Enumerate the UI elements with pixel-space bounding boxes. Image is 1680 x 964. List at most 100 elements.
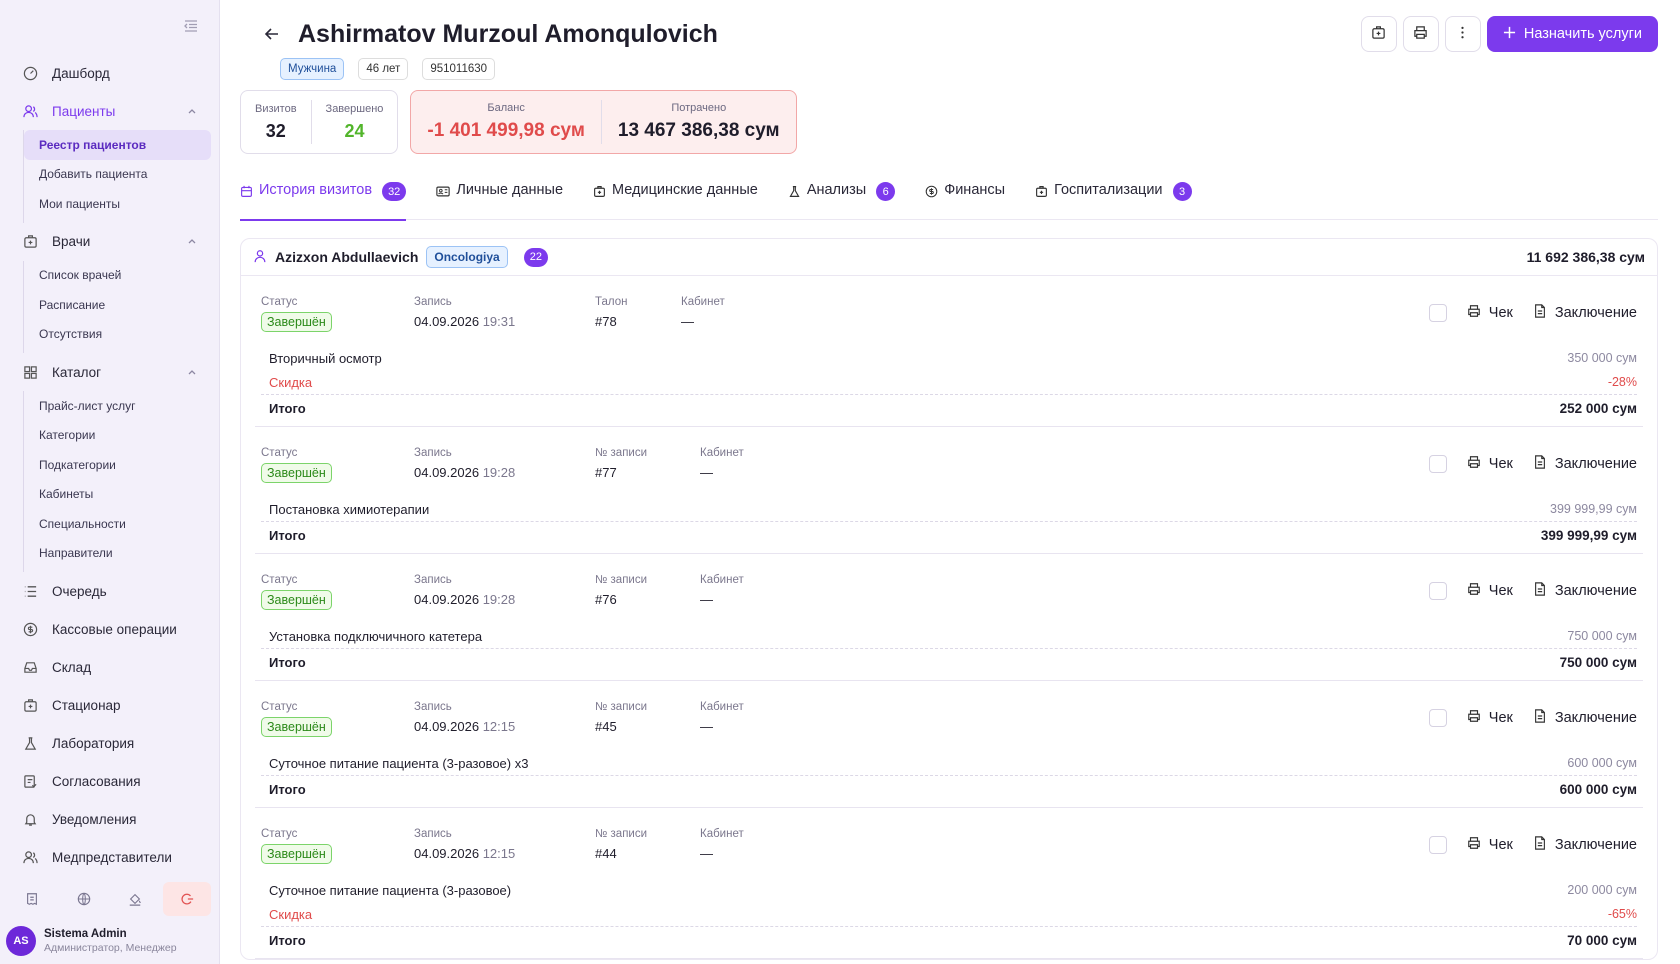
- number-label: № записи: [595, 828, 648, 840]
- tab-label: Финансы: [944, 182, 1006, 198]
- receipt-button[interactable]: Чек: [1467, 836, 1513, 854]
- sidebar-subitem-specialties[interactable]: Специальности: [24, 509, 211, 539]
- sidebar-item-med-reps[interactable]: Медпредставители: [8, 838, 211, 876]
- service-price: 200 000 сум: [1567, 883, 1637, 897]
- service-name: Установка подключичного катетера: [269, 628, 483, 644]
- tab-visit-history[interactable]: История визитов 32: [240, 182, 407, 221]
- status-label: Статус: [261, 701, 298, 713]
- visit-count-badge: 22: [523, 247, 548, 267]
- receipt-label: Чек: [1488, 583, 1513, 599]
- sidebar-subitem-categories[interactable]: Категории: [24, 421, 211, 451]
- total-label: Итого: [269, 528, 306, 543]
- status-badge: Завершён: [261, 590, 332, 610]
- sidebar-item-queue[interactable]: Очередь: [8, 572, 211, 610]
- conclusion-button[interactable]: Заключение: [1533, 582, 1637, 600]
- receipt-button[interactable]: Чек: [1467, 304, 1513, 322]
- cabinet-value: —: [700, 465, 713, 480]
- sidebar-subitem-price-list[interactable]: Прайс-лист услуг: [24, 391, 211, 421]
- assign-services-button[interactable]: Назначить услуги: [1486, 16, 1658, 52]
- sidebar-subitem-my-patients[interactable]: Мои пациенты: [24, 189, 211, 219]
- receipt-icon[interactable]: [8, 882, 56, 916]
- sidebar-subitem-add-patient[interactable]: Добавить пациента: [24, 160, 211, 190]
- tab-finance[interactable]: Финансы: [925, 182, 1005, 220]
- conclusion-button[interactable]: Заключение: [1533, 836, 1637, 854]
- sidebar-item-dashboard[interactable]: Дашборд: [8, 54, 211, 92]
- conclusion-button[interactable]: Заключение: [1533, 304, 1637, 322]
- collapse-sidebar-icon[interactable]: [183, 18, 199, 37]
- record-number: #77: [595, 465, 617, 480]
- discount-value: -28%: [1607, 375, 1637, 389]
- sidebar-item-patients[interactable]: Пациенты: [8, 92, 211, 130]
- catalog-submenu: Прайс-лист услуг Категории Подкатегории …: [23, 391, 211, 572]
- sidebar-item-label: Врачи: [52, 234, 91, 249]
- tab-hospitalizations[interactable]: Госпитализации 3: [1035, 182, 1192, 220]
- sidebar-item-warehouse[interactable]: Склад: [8, 648, 211, 686]
- conclusion-label: Заключение: [1554, 456, 1637, 472]
- more-button[interactable]: [1444, 16, 1481, 52]
- sidebar-item-approvals[interactable]: Согласования: [8, 762, 211, 800]
- record-datetime: 04.09.2026 19:31: [414, 314, 515, 329]
- record-col: Запись 04.09.2026 19:28: [414, 574, 515, 607]
- tab-medical-data[interactable]: Медицинские данные: [593, 182, 758, 220]
- visit-meta: Статус Завершён Запись 04.09.2026 12:15 …: [261, 689, 1637, 751]
- sidebar-item-label: Уведомления: [52, 811, 137, 827]
- receipt-button[interactable]: Чек: [1467, 455, 1513, 473]
- back-arrow-icon[interactable]: [260, 22, 284, 46]
- visits-label: Визитов: [255, 102, 297, 115]
- sidebar-subitem-referrers[interactable]: Направители: [24, 539, 211, 569]
- service-price: 350 000 сум: [1567, 351, 1637, 365]
- print-button[interactable]: [1402, 16, 1439, 52]
- record-col: Запись 04.09.2026 12:15: [414, 828, 515, 861]
- hospitalize-button[interactable]: [1360, 16, 1397, 52]
- cabinet-label: Кабинет: [681, 296, 725, 308]
- tab-count-badge: 6: [876, 182, 896, 201]
- sidebar-subitem-absences[interactable]: Отсутствия: [24, 320, 211, 350]
- visit-checkbox[interactable]: [1428, 836, 1447, 854]
- tab-personal-data[interactable]: Личные данные: [436, 182, 563, 220]
- sidebar-subitem-cabinets[interactable]: Кабинеты: [24, 480, 211, 510]
- conclusion-button[interactable]: Заключение: [1533, 455, 1637, 473]
- paint-bucket-icon[interactable]: [112, 882, 160, 916]
- specialty-badge: Oncologiya: [426, 246, 508, 268]
- tab-count-badge: 3: [1172, 182, 1192, 201]
- hospital-icon: [1035, 182, 1048, 202]
- doctor-card-header[interactable]: Azizxon Abdullaevich Oncologiya 22 11 69…: [241, 239, 1657, 276]
- user-profile[interactable]: AS Sistema Admin Администратор, Менеджер: [0, 922, 219, 964]
- visit-checkbox[interactable]: [1428, 582, 1447, 600]
- sidebar-item-cash-operations[interactable]: Кассовые операции: [8, 610, 211, 648]
- sidebar-item-inpatient[interactable]: Стационар: [8, 686, 211, 724]
- visit-checkbox[interactable]: [1428, 304, 1447, 322]
- service-line: Суточное питание пациента (3-разовое) x3…: [261, 751, 1637, 775]
- receipt-button[interactable]: Чек: [1467, 709, 1513, 727]
- sidebar-item-laboratory[interactable]: Лаборатория: [8, 724, 211, 762]
- sidebar-item-label: Очередь: [52, 583, 107, 599]
- cabinet-col: Кабинет —: [700, 447, 744, 480]
- status-badge: Завершён: [261, 463, 332, 483]
- logout-icon[interactable]: [163, 882, 211, 916]
- sidebar-subitem-subcategories[interactable]: Подкатегории: [24, 450, 211, 480]
- visit-checkbox[interactable]: [1428, 455, 1447, 473]
- sidebar-subitem-schedule[interactable]: Расписание: [24, 290, 211, 320]
- sidebar-subitem-patient-registry[interactable]: Реестр пациентов: [24, 130, 211, 160]
- record-col: Запись 04.09.2026 19:28: [414, 447, 515, 480]
- discount-value: -65%: [1607, 907, 1637, 921]
- sidebar-item-label: Пациенты: [52, 103, 116, 119]
- tab-analyses[interactable]: Анализы 6: [788, 182, 896, 220]
- sidebar-item-notifications[interactable]: Уведомления: [8, 800, 211, 838]
- visit-checkbox[interactable]: [1428, 709, 1447, 727]
- conclusion-label: Заключение: [1554, 710, 1637, 726]
- globe-icon[interactable]: [60, 882, 108, 916]
- conclusion-label: Заключение: [1554, 583, 1637, 599]
- dollar-icon: [925, 182, 938, 202]
- receipt-button[interactable]: Чек: [1467, 582, 1513, 600]
- sidebar-subitem-doctor-list[interactable]: Список врачей: [24, 261, 211, 291]
- conclusion-button[interactable]: Заключение: [1533, 709, 1637, 727]
- record-time: 19:28: [482, 592, 516, 607]
- patient-tabs: История визитов 32 Личные данные Медицин…: [240, 182, 1658, 221]
- status-col: Статус Завершён: [261, 574, 332, 610]
- conclusion-label: Заключение: [1554, 305, 1637, 321]
- receipt-label: Чек: [1488, 456, 1513, 472]
- service-price: 600 000 сум: [1567, 756, 1637, 770]
- sidebar-item-catalog[interactable]: Каталог: [8, 353, 211, 391]
- sidebar-item-doctors[interactable]: Врачи: [8, 223, 211, 261]
